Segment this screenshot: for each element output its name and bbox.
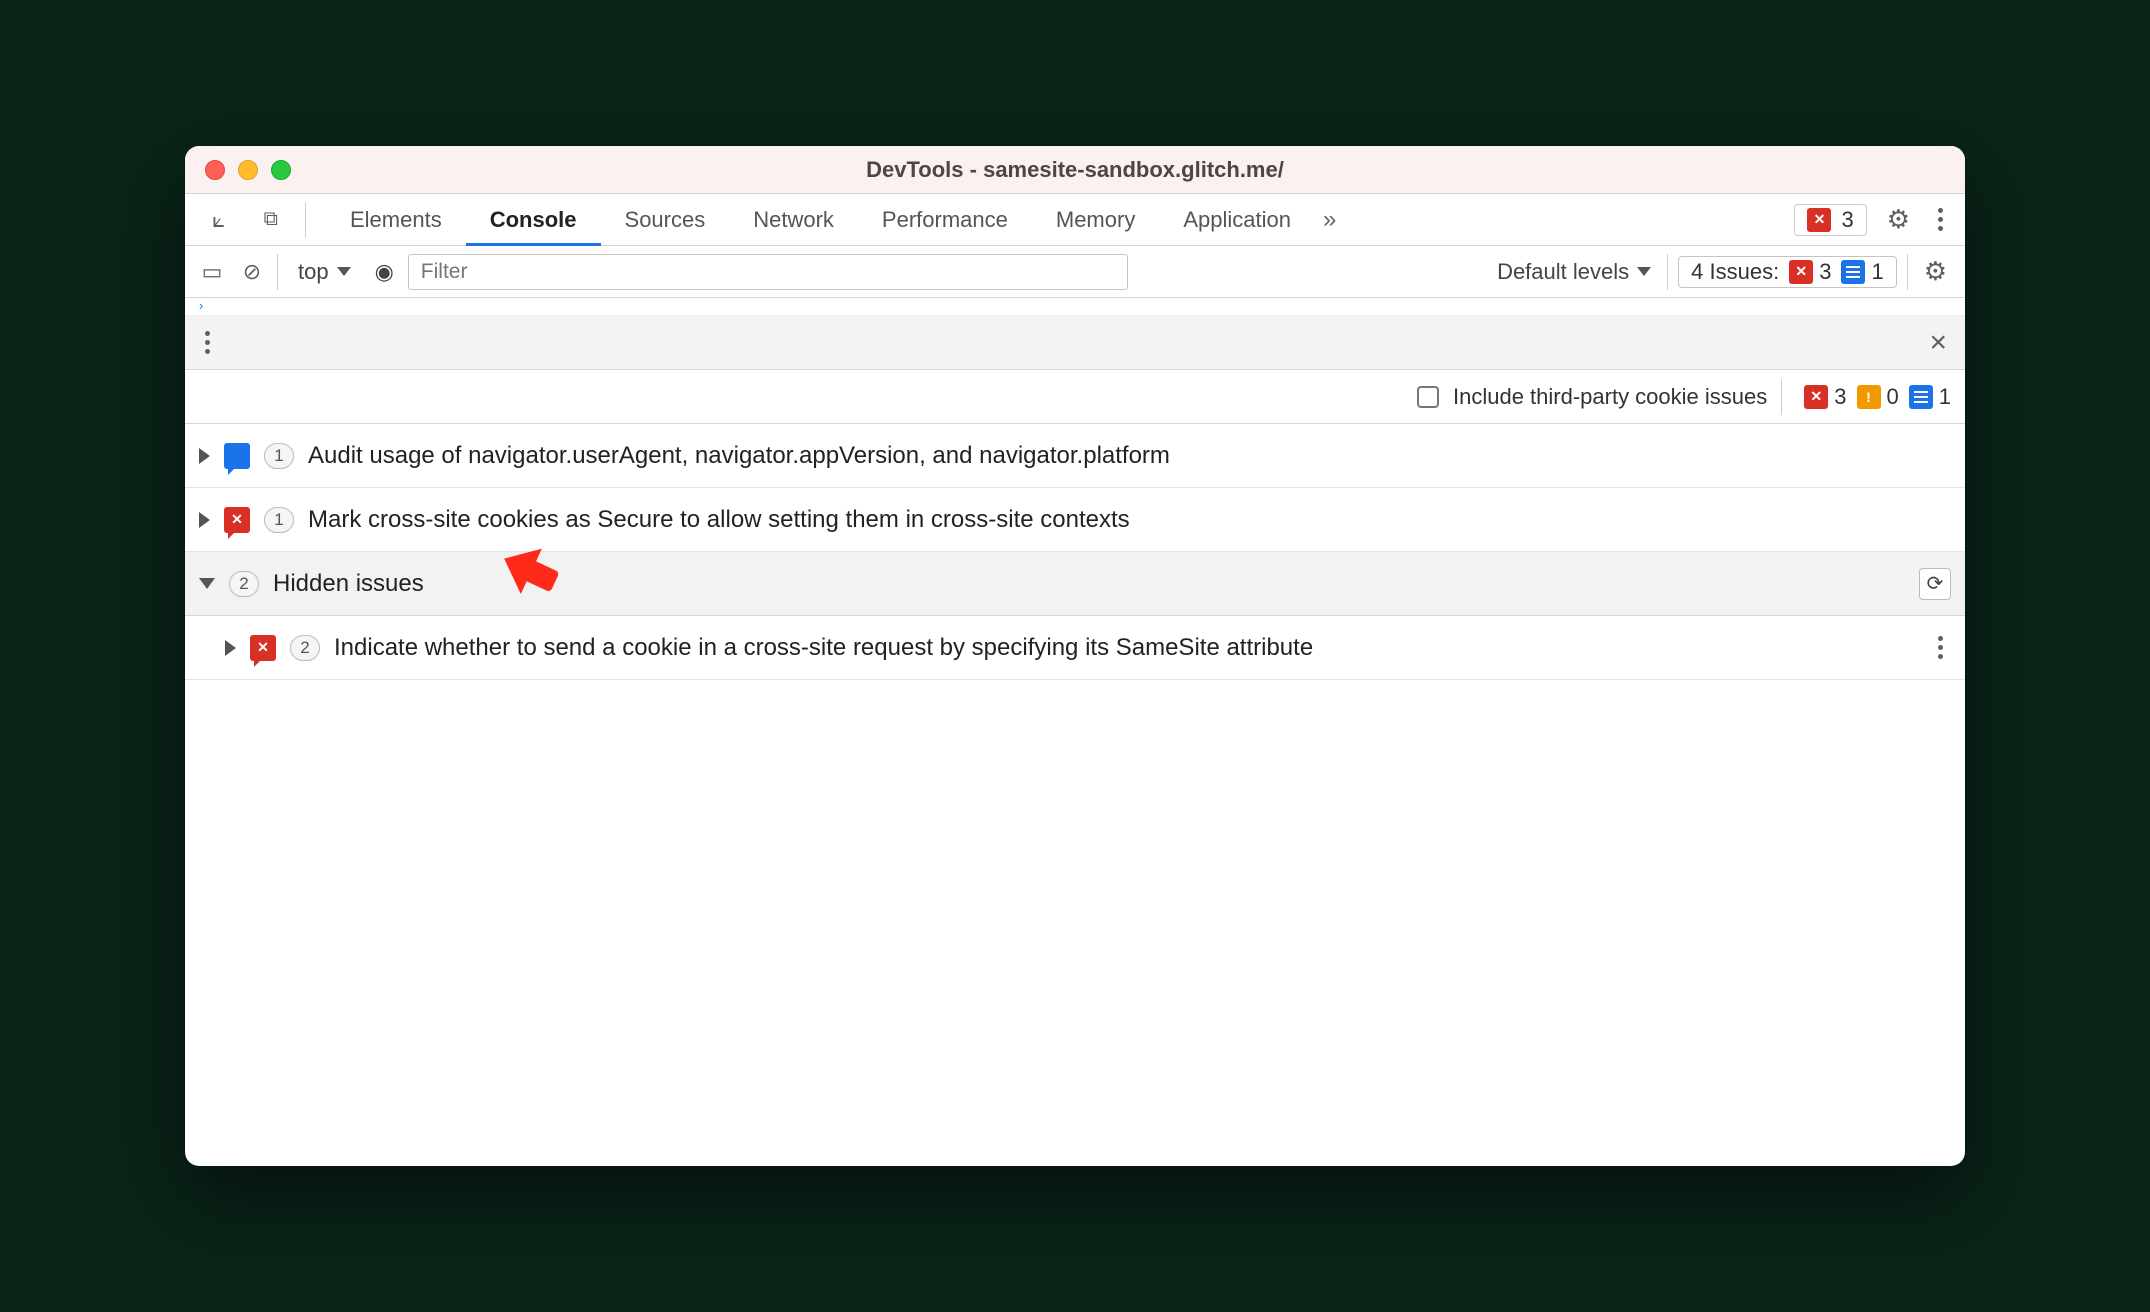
issue-count-badge: 1 <box>264 507 294 533</box>
info-icon <box>1841 260 1865 284</box>
toggle-sidebar-icon[interactable]: ▭ <box>197 259 227 285</box>
main-menu-icon[interactable] <box>1930 208 1951 231</box>
hidden-issues-count: 2 <box>229 571 259 597</box>
error-count-chip[interactable]: 3 <box>1794 204 1866 236</box>
tabs-list: Elements Console Sources Network Perform… <box>306 194 1794 246</box>
info-count: 1 <box>1939 384 1951 410</box>
issue-count-badge: 1 <box>264 443 294 469</box>
info-issue-icon <box>224 443 250 469</box>
expand-caret-icon[interactable] <box>225 640 236 656</box>
tab-memory[interactable]: Memory <box>1032 194 1159 246</box>
issue-menu-icon[interactable] <box>1930 636 1951 659</box>
context-label: top <box>298 259 329 285</box>
refresh-icon[interactable]: ⟳ <box>1919 568 1951 600</box>
warning-count: 0 <box>1887 384 1899 410</box>
issues-error-count: 3 <box>1819 259 1831 285</box>
issue-title: Audit usage of navigator.userAgent, navi… <box>308 442 1170 470</box>
chevron-down-icon <box>1637 267 1651 276</box>
hidden-issues-label: Hidden issues <box>273 570 424 598</box>
info-icon <box>1909 385 1933 409</box>
window-title: DevTools - samesite-sandbox.glitch.me/ <box>185 157 1965 183</box>
issue-row[interactable]: 1 Mark cross-site cookies as Secure to a… <box>185 488 1965 552</box>
console-prompt-row[interactable]: › <box>185 298 1965 316</box>
tab-sources[interactable]: Sources <box>601 194 730 246</box>
zoom-window-button[interactable] <box>271 160 291 180</box>
error-count: 3 <box>1841 207 1853 233</box>
error-icon <box>1804 385 1828 409</box>
separator <box>1781 379 1782 415</box>
tabs-overflow-button[interactable]: » <box>1315 206 1344 234</box>
issues-filter-bar: Include third-party cookie issues 3 0 1 <box>185 370 1965 424</box>
error-icon <box>1789 260 1813 284</box>
issue-count-badge: 2 <box>290 635 320 661</box>
expand-caret-icon[interactable] <box>199 448 210 464</box>
element-picker-icon[interactable]: ⟀ <box>212 207 225 233</box>
console-toolbar: ▭ ⊘ top ◉ Default levels 4 Issues: 3 1 ⚙ <box>185 246 1965 298</box>
titlebar: DevTools - samesite-sandbox.glitch.me/ <box>185 146 1965 194</box>
issues-info-count: 1 <box>1871 259 1883 285</box>
third-party-cookies-label: Include third-party cookie issues <box>1453 384 1767 410</box>
chevron-down-icon <box>337 267 351 276</box>
separator <box>277 254 278 290</box>
collapse-caret-icon[interactable] <box>199 578 215 589</box>
main-tabbar: ⟀ ⧉ Elements Console Sources Network Per… <box>185 194 1965 246</box>
issues-list: 1 Audit usage of navigator.userAgent, na… <box>185 424 1965 1166</box>
drawer-header: × <box>185 316 1965 370</box>
close-window-button[interactable] <box>205 160 225 180</box>
tab-application[interactable]: Application <box>1159 194 1315 246</box>
warning-icon <box>1857 385 1881 409</box>
minimize-window-button[interactable] <box>238 160 258 180</box>
hidden-issue-row[interactable]: 2 Indicate whether to send a cookie in a… <box>185 616 1965 680</box>
tab-performance[interactable]: Performance <box>858 194 1032 246</box>
separator <box>1667 254 1668 290</box>
inspect-toggle-group: ⟀ ⧉ <box>185 207 305 233</box>
third-party-cookies-checkbox[interactable] <box>1417 386 1439 408</box>
issue-title: Indicate whether to send a cookie in a c… <box>334 634 1313 662</box>
console-filter-input[interactable] <box>408 254 1128 290</box>
tab-network[interactable]: Network <box>729 194 858 246</box>
device-toggle-icon[interactable]: ⧉ <box>264 208 278 231</box>
separator <box>1907 254 1908 290</box>
console-prompt-caret: › <box>199 298 203 313</box>
error-issue-icon <box>250 635 276 661</box>
settings-icon[interactable]: ⚙ <box>1881 204 1916 235</box>
error-count: 3 <box>1834 384 1846 410</box>
tab-console[interactable]: Console <box>466 194 601 246</box>
devtools-window: DevTools - samesite-sandbox.glitch.me/ ⟀… <box>185 146 1965 1166</box>
traffic-lights <box>205 160 291 180</box>
close-drawer-icon[interactable]: × <box>1923 326 1953 360</box>
issues-summary-button[interactable]: 4 Issues: 3 1 <box>1678 256 1897 288</box>
expand-caret-icon[interactable] <box>199 512 210 528</box>
log-levels-selector[interactable]: Default levels <box>1491 259 1657 285</box>
drawer-menu-icon[interactable] <box>197 331 218 354</box>
hidden-issues-group[interactable]: 2 Hidden issues ⟳ <box>185 552 1965 616</box>
console-settings-icon[interactable]: ⚙ <box>1918 256 1953 287</box>
error-issue-icon <box>224 507 250 533</box>
issue-row[interactable]: 1 Audit usage of navigator.userAgent, na… <box>185 424 1965 488</box>
issue-severity-counts: 3 0 1 <box>1796 384 1951 410</box>
tabs-end: 3 ⚙ <box>1794 204 1965 236</box>
levels-label: Default levels <box>1497 259 1629 285</box>
issues-label: 4 Issues: <box>1691 259 1779 285</box>
execution-context-selector[interactable]: top <box>288 259 361 285</box>
clear-console-icon[interactable]: ⊘ <box>237 259 267 285</box>
tab-elements[interactable]: Elements <box>326 194 466 246</box>
issue-title: Mark cross-site cookies as Secure to all… <box>308 506 1130 534</box>
error-icon <box>1807 208 1831 232</box>
live-expression-icon[interactable]: ◉ <box>371 259 398 285</box>
